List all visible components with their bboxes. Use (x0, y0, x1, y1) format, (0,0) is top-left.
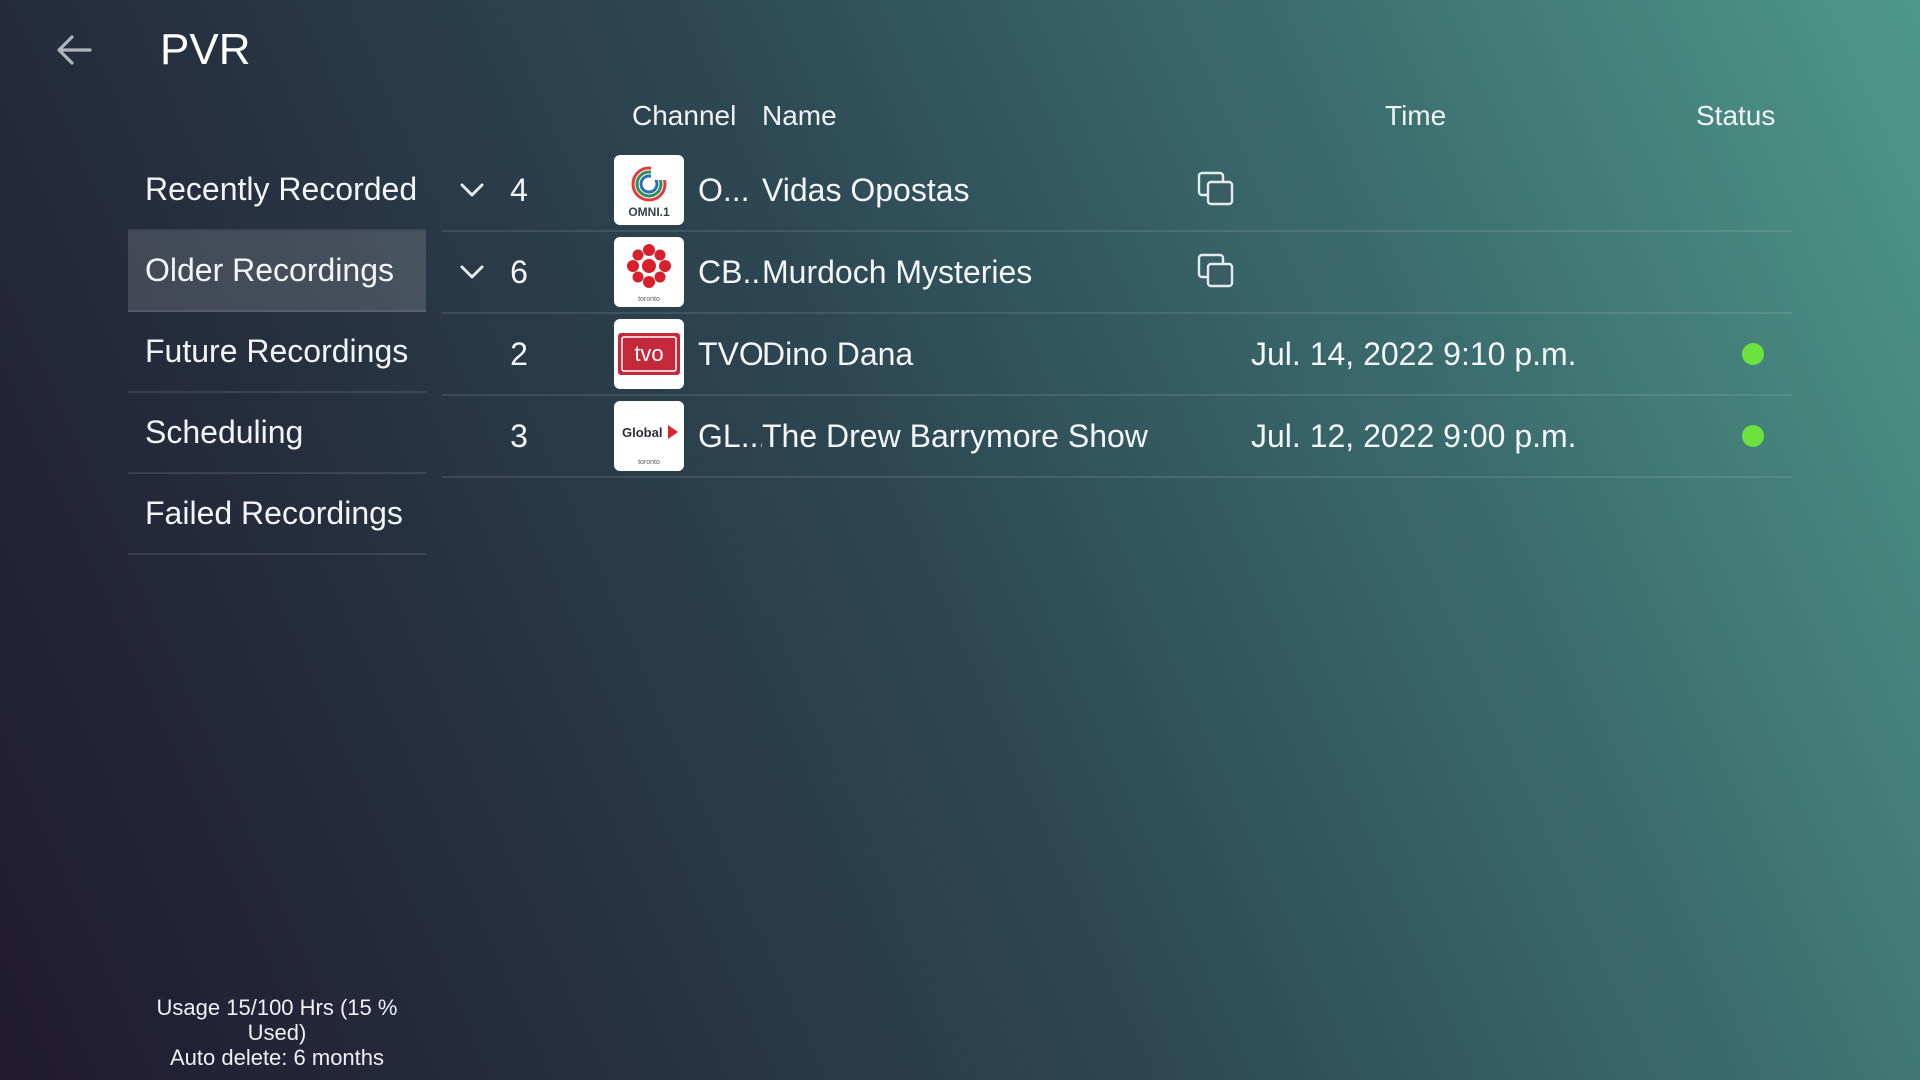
logo-text: OMNI.1 (628, 205, 670, 219)
recording-time: Jul. 12, 2022 9:00 p.m. (1251, 417, 1577, 454)
sidebar-item-label: Recently Recorded (145, 171, 418, 207)
back-button[interactable] (50, 26, 98, 74)
expand-toggle[interactable] (452, 150, 492, 230)
sidebar-item-label: Future Recordings (145, 333, 409, 369)
sidebar-item-label: Scheduling (145, 414, 304, 450)
sidebar-item-failed-recordings[interactable]: Failed Recordings (128, 474, 426, 555)
series-copy-button[interactable] (1192, 232, 1240, 312)
episode-count: 4 (510, 171, 528, 208)
storage-usage: Usage 15/100 Hrs (15 % Used) Auto delete… (128, 995, 426, 1070)
table-row[interactable]: 2 tvo TVO Dino Dana Jul. 14, 2022 9:10 p… (442, 314, 1792, 396)
status-indicator (1738, 314, 1768, 394)
channel-name: O... (698, 171, 750, 208)
column-header-time: Time (1385, 100, 1447, 131)
program-name: The Drew Barrymore Show (762, 417, 1148, 454)
channel-logo: toronto (614, 237, 684, 307)
tvo-logo-icon: tvo (618, 333, 680, 375)
sidebar: Recently Recorded Older Recordings Futur… (128, 150, 426, 555)
program-name: Murdoch Mysteries (762, 253, 1033, 290)
auto-delete-text: Auto delete: 6 months (169, 1045, 385, 1070)
episode-count: 3 (510, 417, 528, 454)
sidebar-item-label: Failed Recordings (145, 495, 403, 531)
episode-count: 2 (510, 335, 528, 372)
table-row[interactable]: 3 Global toronto GL... The Drew Barrymor… (442, 396, 1792, 478)
recording-time: Jul. 14, 2022 9:10 p.m. (1251, 335, 1577, 372)
cbc-logo-icon: toronto (627, 244, 671, 303)
channel-logo: OMNI.1 (614, 155, 684, 225)
logo-text: Global (622, 425, 662, 440)
column-header-channel: Channel (632, 100, 737, 131)
chevron-down-icon (460, 265, 484, 279)
channel-name: GL... (698, 417, 762, 454)
table-row[interactable]: 6 toronto CB... Murdoch Mysteries (442, 232, 1792, 314)
status-indicator (1738, 396, 1768, 476)
program-name: Dino Dana (762, 335, 914, 372)
column-header-name: Name (762, 100, 837, 131)
status-dot (1742, 425, 1764, 447)
copy-icon (1197, 171, 1234, 206)
series-copy-button[interactable] (1192, 150, 1240, 230)
column-header-status: Status (1696, 100, 1776, 131)
channel-logo: Global toronto (614, 401, 684, 471)
episode-count: 6 (510, 253, 528, 290)
logo-subtext: toronto (638, 296, 660, 303)
chevron-down-icon (460, 183, 484, 197)
logo-subtext: toronto (638, 459, 660, 466)
channel-name: TVO (698, 335, 762, 372)
global-logo-icon: Global toronto (622, 425, 678, 466)
program-name: Vidas Opostas (762, 171, 970, 208)
arrow-left-icon (57, 35, 92, 65)
channel-name: CB... (698, 253, 762, 290)
page-title: PVR (160, 25, 251, 74)
sidebar-item-scheduling[interactable]: Scheduling (128, 393, 426, 474)
sidebar-item-future-recordings[interactable]: Future Recordings (128, 312, 426, 393)
channel-logo: tvo (614, 319, 684, 389)
expand-toggle[interactable] (452, 232, 492, 312)
table-row[interactable]: 4 OMNI.1 O... Vidas Opostas (442, 150, 1792, 232)
copy-icon (1197, 253, 1234, 288)
omni-logo-icon: OMNI.1 (628, 166, 670, 219)
sidebar-item-recently-recorded[interactable]: Recently Recorded (128, 150, 426, 231)
usage-text: Usage 15/100 Hrs (15 % Used) (156, 995, 398, 1045)
sidebar-item-older-recordings[interactable]: Older Recordings (128, 231, 426, 312)
recordings-table: 4 OMNI.1 O... Vidas Opostas 6 toronto CB… (442, 150, 1792, 478)
logo-text: tvo (634, 341, 663, 366)
status-dot (1742, 343, 1764, 365)
sidebar-item-label: Older Recordings (145, 252, 394, 288)
